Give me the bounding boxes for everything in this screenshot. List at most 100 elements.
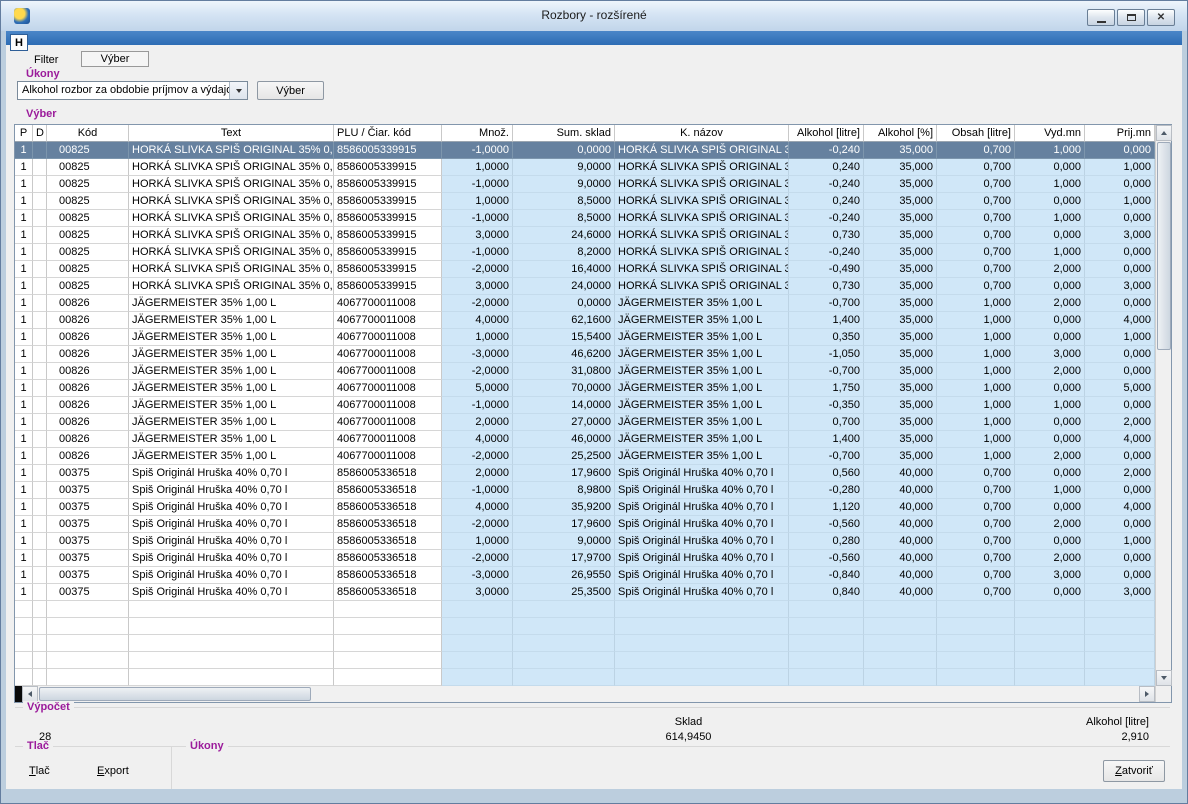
grid-cell: -0,700: [789, 295, 864, 312]
column-header[interactable]: Prij.mn: [1085, 125, 1155, 142]
grid-row[interactable]: 100826JÄGERMEISTER 35% 1,00 L40677000110…: [15, 295, 1155, 312]
grid-row[interactable]: 100375Spiš Originál Hruška 40% 0,70 l858…: [15, 584, 1155, 601]
grid-row[interactable]: 100826JÄGERMEISTER 35% 1,00 L40677000110…: [15, 329, 1155, 346]
scroll-right-button[interactable]: [1139, 686, 1155, 702]
zatvorit-button[interactable]: Zatvoriť: [1103, 760, 1165, 782]
grid-cell: HORKÁ SLIVKA SPIŠ ORIGINAL 35% 0,70: [129, 176, 334, 193]
grid-row[interactable]: 100825HORKÁ SLIVKA SPIŠ ORIGINAL 35% 0,7…: [15, 210, 1155, 227]
column-header[interactable]: PLU / Čiar. kód: [334, 125, 442, 142]
close-button[interactable]: ✕: [1147, 9, 1175, 26]
rozbor-combobox[interactable]: Alkohol rozbor za obdobie príjmov a výda…: [17, 81, 248, 100]
grid-cell: 1,000: [937, 414, 1015, 431]
grid-cell: 35,000: [864, 142, 937, 159]
grid-cell: 1: [15, 329, 33, 346]
grid-cell: 00825: [47, 142, 129, 159]
grid-row[interactable]: 100826JÄGERMEISTER 35% 1,00 L40677000110…: [15, 312, 1155, 329]
tab-vyber[interactable]: Výber: [81, 51, 149, 67]
grid-cell: 8586005339915: [334, 244, 442, 261]
grid-row[interactable]: 100825HORKÁ SLIVKA SPIŠ ORIGINAL 35% 0,7…: [15, 278, 1155, 295]
grid-cell: 4067700011008: [334, 397, 442, 414]
h-button[interactable]: H: [10, 34, 28, 51]
column-header[interactable]: Obsah [litre]: [937, 125, 1015, 142]
vyber-button[interactable]: Výber: [257, 81, 324, 100]
tlac-button[interactable]: Tlač: [25, 763, 54, 779]
scroll-left-button[interactable]: [22, 686, 38, 702]
grid-row[interactable]: 100826JÄGERMEISTER 35% 1,00 L40677000110…: [15, 363, 1155, 380]
column-header[interactable]: Vyd.mn: [1015, 125, 1085, 142]
grid-cell: [615, 652, 789, 669]
grid-cell: 1: [15, 210, 33, 227]
grid-cell: [33, 465, 47, 482]
grid-row[interactable]: 100825HORKÁ SLIVKA SPIŠ ORIGINAL 35% 0,7…: [15, 193, 1155, 210]
grid-cell: 00375: [47, 482, 129, 499]
horizontal-scrollbar[interactable]: [22, 686, 1155, 702]
column-header[interactable]: P: [15, 125, 33, 142]
vertical-scrollbar[interactable]: [1155, 125, 1171, 686]
grid-cell: 00375: [47, 465, 129, 482]
grid-row[interactable]: 100375Spiš Originál Hruška 40% 0,70 l858…: [15, 499, 1155, 516]
column-header[interactable]: Text: [129, 125, 334, 142]
grid-row[interactable]: 100825HORKÁ SLIVKA SPIŠ ORIGINAL 35% 0,7…: [15, 227, 1155, 244]
combo-dropdown-icon[interactable]: [229, 82, 247, 99]
vertical-scrollbar-thumb[interactable]: [1157, 142, 1171, 350]
grid-row[interactable]: 100375Spiš Originál Hruška 40% 0,70 l858…: [15, 482, 1155, 499]
grid-cell: HORKÁ SLIVKA SPIŠ ORIGINAL 35%: [615, 142, 789, 159]
grid-cell: 2,000: [1085, 414, 1155, 431]
horizontal-scrollbar-thumb[interactable]: [39, 687, 311, 701]
grid-cell: [937, 669, 1015, 686]
bottom-bar: Tlač Tlač Export Úkony Zatvoriť: [15, 746, 1170, 788]
grid-cell: HORKÁ SLIVKA SPIŠ ORIGINAL 35% 0,70: [129, 227, 334, 244]
grid-cell: 35,9200: [513, 499, 615, 516]
grid-cell: JÄGERMEISTER 35% 1,00 L: [129, 431, 334, 448]
grid-cell: -2,0000: [442, 550, 513, 567]
column-header[interactable]: K. názov: [615, 125, 789, 142]
grid-cell: 2,000: [1015, 261, 1085, 278]
grid-cell: 1: [15, 567, 33, 584]
grid-row[interactable]: 100375Spiš Originál Hruška 40% 0,70 l858…: [15, 516, 1155, 533]
grid-row[interactable]: 100825HORKÁ SLIVKA SPIŠ ORIGINAL 35% 0,7…: [15, 261, 1155, 278]
grid-row[interactable]: 100375Spiš Originál Hruška 40% 0,70 l858…: [15, 465, 1155, 482]
grid-cell: 35,000: [864, 329, 937, 346]
grid-row[interactable]: [15, 618, 1155, 635]
grid-cell: 4067700011008: [334, 346, 442, 363]
grid-splitter[interactable]: [15, 686, 22, 702]
scroll-down-button[interactable]: [1156, 670, 1172, 686]
grid-row[interactable]: 100825HORKÁ SLIVKA SPIŠ ORIGINAL 35% 0,7…: [15, 244, 1155, 261]
grid-row[interactable]: 100826JÄGERMEISTER 35% 1,00 L40677000110…: [15, 380, 1155, 397]
column-header[interactable]: Sum. sklad: [513, 125, 615, 142]
grid-row[interactable]: 100375Spiš Originál Hruška 40% 0,70 l858…: [15, 533, 1155, 550]
column-header[interactable]: Alkohol [%]: [864, 125, 937, 142]
grid-cell: 40,000: [864, 482, 937, 499]
grid-row[interactable]: [15, 669, 1155, 686]
grid-cell: 40,000: [864, 567, 937, 584]
export-button[interactable]: Export: [93, 763, 133, 779]
grid-row[interactable]: [15, 601, 1155, 618]
minimize-button[interactable]: [1087, 9, 1115, 26]
grid-cell: 0,350: [789, 329, 864, 346]
column-header[interactable]: D: [33, 125, 47, 142]
grid-cell: 27,0000: [513, 414, 615, 431]
grid-row[interactable]: 100826JÄGERMEISTER 35% 1,00 L40677000110…: [15, 346, 1155, 363]
grid-row[interactable]: 100375Spiš Originál Hruška 40% 0,70 l858…: [15, 567, 1155, 584]
grid-row[interactable]: 100825HORKÁ SLIVKA SPIŠ ORIGINAL 35% 0,7…: [15, 176, 1155, 193]
grid-row[interactable]: 100825HORKÁ SLIVKA SPIŠ ORIGINAL 35% 0,7…: [15, 159, 1155, 176]
grid-cell: [33, 380, 47, 397]
grid-row[interactable]: 100826JÄGERMEISTER 35% 1,00 L40677000110…: [15, 414, 1155, 431]
column-header[interactable]: Alkohol [litre]: [789, 125, 864, 142]
tab-filter[interactable]: Filter: [34, 54, 58, 66]
maximize-button[interactable]: [1117, 9, 1145, 26]
column-header[interactable]: Kód: [47, 125, 129, 142]
grid-row[interactable]: [15, 635, 1155, 652]
grid-cell: 0,700: [789, 414, 864, 431]
grid-row[interactable]: 100825HORKÁ SLIVKA SPIŠ ORIGINAL 35% 0,7…: [15, 142, 1155, 159]
grid-row[interactable]: [15, 652, 1155, 669]
grid-cell: -2,0000: [442, 363, 513, 380]
vypocet-group-label: Výpočet: [23, 701, 74, 713]
grid-row[interactable]: 100826JÄGERMEISTER 35% 1,00 L40677000110…: [15, 397, 1155, 414]
grid-row[interactable]: 100375Spiš Originál Hruška 40% 0,70 l858…: [15, 550, 1155, 567]
grid-row[interactable]: 100826JÄGERMEISTER 35% 1,00 L40677000110…: [15, 431, 1155, 448]
grid-row[interactable]: 100826JÄGERMEISTER 35% 1,00 L40677000110…: [15, 448, 1155, 465]
grid-cell: [864, 669, 937, 686]
column-header[interactable]: Množ.: [442, 125, 513, 142]
scroll-up-button[interactable]: [1156, 125, 1172, 141]
